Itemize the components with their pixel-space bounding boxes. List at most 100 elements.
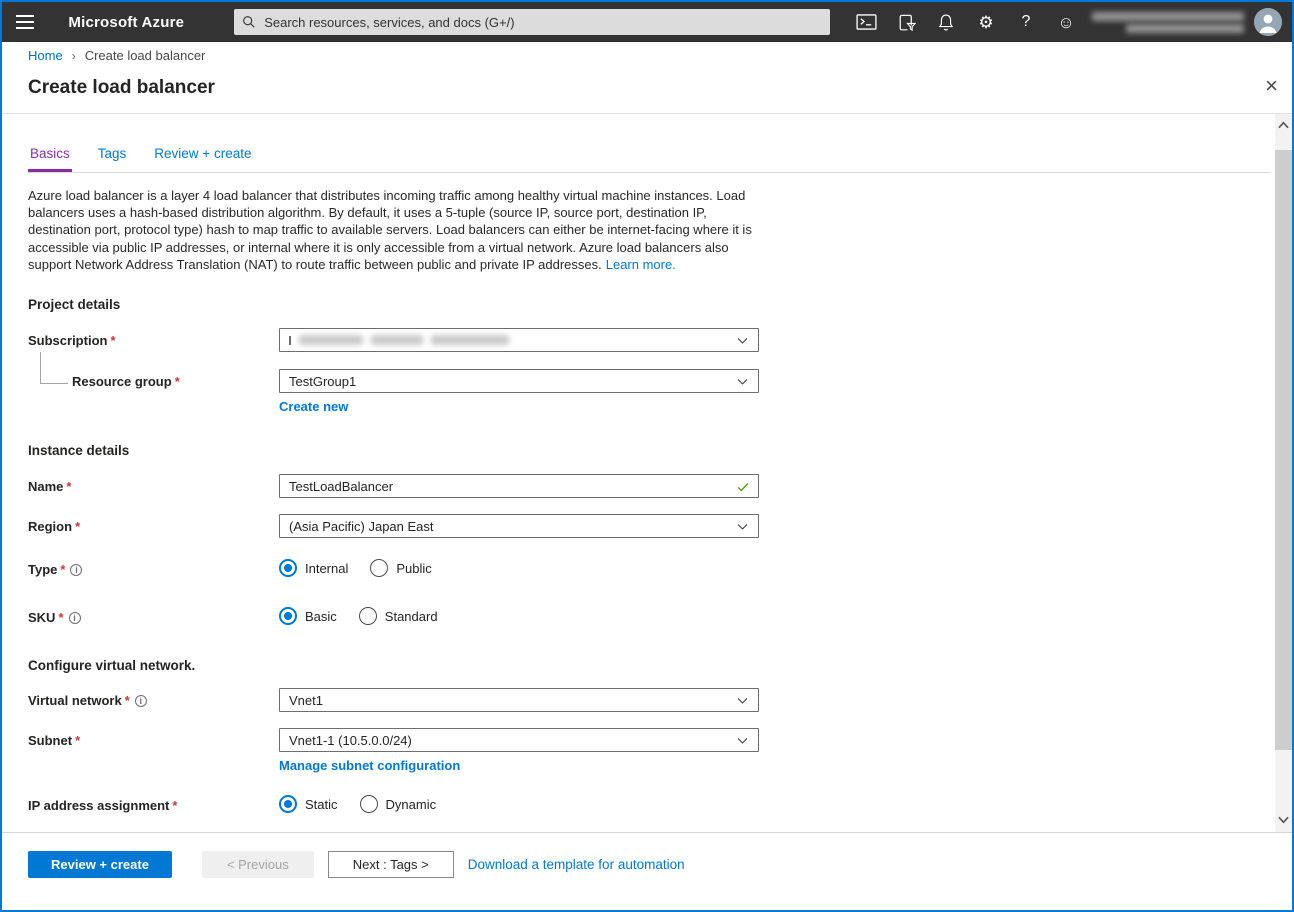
radio-unselected-icon[interactable]	[359, 607, 377, 625]
subscription-label: Subscription*	[28, 328, 279, 352]
ip-assignment-radio-group: Static Dynamic	[279, 793, 759, 813]
close-icon[interactable]: ×	[1265, 75, 1278, 97]
breadcrumb-current: Create load balancer	[85, 48, 206, 63]
azure-portal-window: Microsoft Azure ⚙ ? ☺	[0, 0, 1294, 912]
type-option-public[interactable]: Public	[370, 559, 431, 577]
chevron-down-icon	[736, 375, 749, 388]
sku-label: SKU*i	[28, 605, 279, 625]
ip-option-static[interactable]: Static	[279, 795, 338, 813]
resource-group-value: TestGroup1	[289, 374, 356, 389]
required-asterisk: *	[75, 519, 80, 534]
breadcrumb-home-link[interactable]: Home	[28, 48, 63, 63]
account-info[interactable]	[1092, 8, 1292, 36]
info-icon[interactable]: i	[135, 695, 147, 707]
subscription-row: Subscription*	[28, 328, 759, 352]
sku-option-standard[interactable]: Standard	[359, 607, 438, 625]
review-create-button[interactable]: Review + create	[28, 851, 172, 878]
type-label: Type*i	[28, 557, 279, 577]
settings-gear-icon[interactable]: ⚙	[966, 2, 1006, 42]
chevron-down-icon	[736, 520, 749, 533]
instance-details-heading: Instance details	[28, 443, 1271, 458]
ip-option-dynamic[interactable]: Dynamic	[360, 795, 437, 813]
scrollbar-thumb[interactable]	[1275, 150, 1292, 750]
tab-basics[interactable]: Basics	[28, 146, 72, 172]
breadcrumb-separator-icon: ›	[72, 49, 76, 63]
vertical-scrollbar[interactable]	[1275, 114, 1292, 832]
wizard-footer: Review + create < Previous Next : Tags >…	[2, 832, 1292, 910]
avatar[interactable]	[1254, 8, 1282, 36]
global-search[interactable]	[234, 9, 830, 35]
search-input[interactable]	[264, 15, 822, 30]
virtual-network-row: Virtual network*i Vnet1	[28, 688, 759, 712]
page-title: Create load balancer	[28, 77, 215, 99]
virtual-network-dropdown[interactable]: Vnet1	[279, 688, 759, 712]
radio-selected-icon[interactable]	[279, 559, 297, 577]
learn-more-link[interactable]: Learn more.	[606, 257, 676, 272]
required-asterisk: *	[58, 610, 63, 625]
sku-row: SKU*i Basic Standard	[28, 605, 759, 625]
required-asterisk: *	[125, 693, 130, 708]
cloud-shell-icon[interactable]	[846, 2, 886, 42]
required-asterisk: *	[172, 798, 177, 813]
valid-check-icon	[736, 480, 750, 494]
next-tags-button[interactable]: Next : Tags >	[328, 851, 454, 878]
region-label: Region*	[28, 514, 279, 538]
required-asterisk: *	[75, 733, 80, 748]
intro-paragraph: Azure load balancer is a layer 4 load ba…	[28, 187, 759, 273]
previous-button[interactable]: < Previous	[202, 851, 314, 878]
hamburger-menu-icon[interactable]	[6, 2, 44, 42]
notifications-bell-icon[interactable]	[926, 2, 966, 42]
scroll-down-icon[interactable]	[1275, 811, 1292, 828]
topbar-icon-group: ⚙ ? ☺	[846, 2, 1086, 42]
name-input[interactable]	[289, 479, 730, 494]
region-value: (Asia Pacific) Japan East	[289, 519, 434, 534]
info-icon[interactable]: i	[69, 612, 81, 624]
type-option-internal[interactable]: Internal	[279, 559, 348, 577]
help-icon[interactable]: ?	[1006, 2, 1046, 42]
ip-assignment-label: IP address assignment*	[28, 793, 279, 813]
chevron-down-icon	[736, 734, 749, 747]
radio-unselected-icon[interactable]	[370, 559, 388, 577]
create-new-link[interactable]: Create new	[279, 399, 348, 414]
ip-assignment-row: IP address assignment* Static Dynamic	[28, 793, 759, 813]
sku-radio-group: Basic Standard	[279, 605, 759, 625]
radio-selected-icon[interactable]	[279, 607, 297, 625]
chevron-down-icon	[736, 694, 749, 707]
virtual-network-label: Virtual network*i	[28, 688, 279, 712]
scroll-up-icon[interactable]	[1275, 116, 1292, 133]
chevron-down-icon	[736, 334, 749, 347]
required-asterisk: *	[60, 562, 65, 577]
region-dropdown[interactable]: (Asia Pacific) Japan East	[279, 514, 759, 538]
breadcrumb: Home › Create load balancer	[2, 42, 1292, 69]
blade-content: Basics Tags Review + create Azure load b…	[2, 114, 1275, 832]
required-asterisk: *	[66, 479, 71, 494]
feedback-smiley-icon[interactable]: ☺	[1046, 2, 1086, 42]
resource-group-dropdown[interactable]: TestGroup1	[279, 369, 759, 393]
configure-vnet-heading: Configure virtual network.	[28, 658, 1271, 673]
download-template-link[interactable]: Download a template for automation	[468, 857, 685, 872]
name-row: Name*	[28, 474, 759, 498]
resource-group-row: Resource group* TestGroup1 Create new	[28, 369, 759, 416]
radio-unselected-icon[interactable]	[360, 795, 378, 813]
name-input-wrap	[279, 474, 759, 498]
subnet-label: Subnet*	[28, 728, 279, 775]
tab-tags[interactable]: Tags	[96, 146, 129, 172]
tab-review-create[interactable]: Review + create	[152, 146, 253, 172]
manage-subnet-link[interactable]: Manage subnet configuration	[279, 758, 460, 773]
sku-option-basic[interactable]: Basic	[279, 607, 337, 625]
subnet-value: Vnet1-1 (10.5.0.0/24)	[289, 733, 412, 748]
type-radio-group: Internal Public	[279, 557, 759, 577]
subscription-value-redacted	[289, 335, 509, 345]
info-icon[interactable]: i	[70, 564, 82, 576]
radio-selected-icon[interactable]	[279, 795, 297, 813]
required-asterisk: *	[110, 333, 115, 348]
subnet-dropdown[interactable]: Vnet1-1 (10.5.0.0/24)	[279, 728, 759, 752]
blade-title-bar: Create load balancer ×	[2, 69, 1292, 113]
region-row: Region* (Asia Pacific) Japan East	[28, 514, 759, 538]
directory-filter-icon[interactable]	[886, 2, 926, 42]
project-details-heading: Project details	[28, 297, 1271, 312]
search-icon	[242, 15, 256, 29]
name-label: Name*	[28, 474, 279, 498]
subscription-dropdown[interactable]	[279, 328, 759, 352]
required-asterisk: *	[175, 374, 180, 389]
